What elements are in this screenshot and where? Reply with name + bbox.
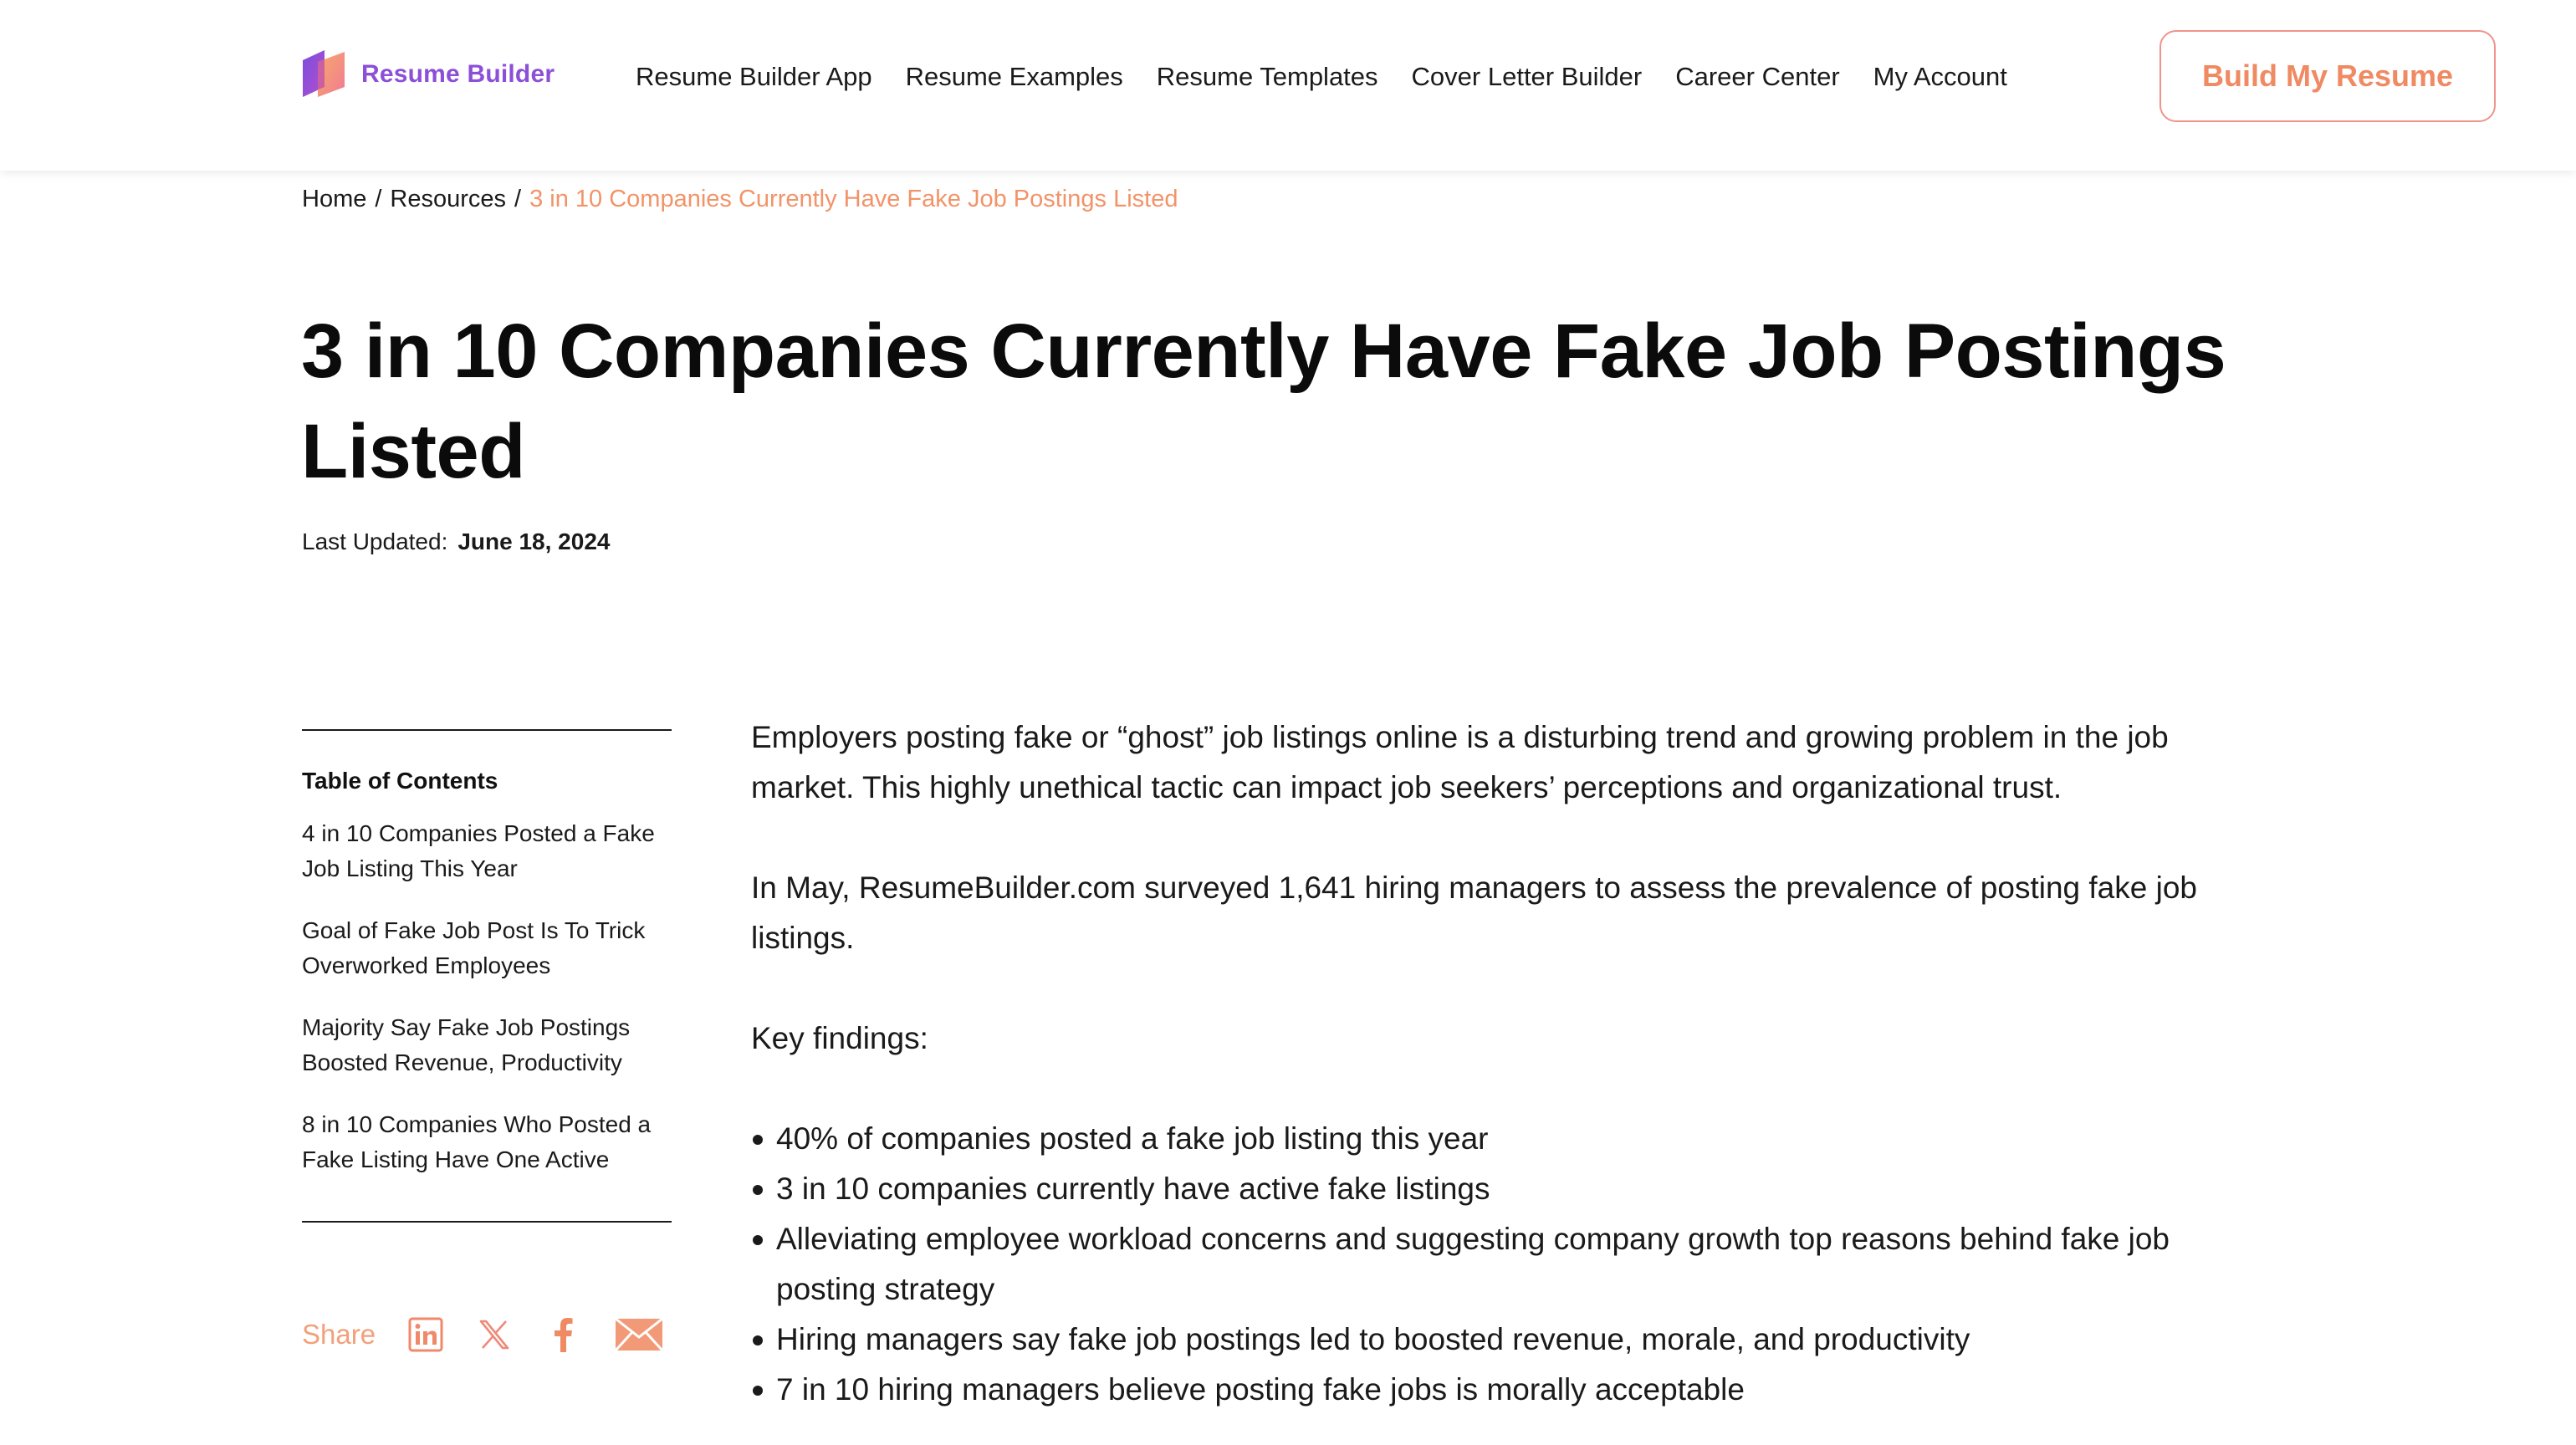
share-bar: Share [302,1316,665,1353]
share-label: Share [302,1319,376,1350]
article-paragraph: In May, ResumeBuilder.com surveyed 1,641… [751,871,2197,955]
nav-cover-letter-builder[interactable]: Cover Letter Builder [1412,62,1643,92]
nav-resume-templates[interactable]: Resume Templates [1157,62,1378,92]
breadcrumb-resources[interactable]: Resources [390,186,506,213]
x-icon[interactable] [476,1316,513,1353]
main-nav: Resume Builder App Resume Examples Resum… [636,60,2007,94]
table-of-contents: Table of Contents 4 in 10 Companies Post… [302,729,672,1223]
nav-my-account[interactable]: My Account [1873,62,2007,92]
toc-item[interactable]: Majority Say Fake Job Postings Boosted R… [302,1010,672,1080]
resume-builder-logo-icon [303,50,345,97]
nav-career-center[interactable]: Career Center [1675,62,1839,92]
breadcrumb-separator: / [375,186,382,212]
logo-text: Resume Builder [361,60,555,88]
key-findings-list: 40% of companies posted a fake job listi… [751,1114,2257,1415]
build-my-resume-button[interactable]: Build My Resume [2159,30,2496,122]
logo-link[interactable]: Resume Builder [301,49,555,100]
toc-divider [302,729,672,731]
toc-item[interactable]: 8 in 10 Companies Who Posted a Fake List… [302,1107,672,1177]
breadcrumb-current: 3 in 10 Companies Currently Have Fake Jo… [529,186,1178,212]
page-title: 3 in 10 Companies Currently Have Fake Jo… [301,309,2226,494]
article-body: Employers posting fake or “ghost” job li… [751,712,2257,1415]
last-updated-label: Last Updated: [302,528,448,554]
last-updated: Last Updated: June 18, 2024 [302,528,610,555]
breadcrumb-home[interactable]: Home [302,186,366,213]
nav-resume-builder-app[interactable]: Resume Builder App [636,62,872,92]
key-findings-heading: Key findings: [751,1021,928,1055]
nav-resume-examples[interactable]: Resume Examples [906,62,1123,92]
last-updated-date: June 18, 2024 [457,528,611,554]
key-finding-item: Hiring managers say fake job postings le… [751,1315,2257,1365]
key-finding-item: 7 in 10 hiring managers believe posting … [751,1365,2257,1415]
breadcrumb-separator: / [514,186,522,212]
key-finding-item: 3 in 10 companies currently have active … [751,1164,2257,1214]
toc-item[interactable]: Goal of Fake Job Post Is To Trick Overwo… [302,913,672,983]
toc-heading: Table of Contents [302,768,498,794]
email-icon[interactable] [613,1316,665,1353]
key-finding-item: 40% of companies posted a fake job listi… [751,1114,2257,1164]
linkedin-icon[interactable] [407,1316,444,1353]
key-finding-item: Alleviating employee workload concerns a… [751,1214,2257,1315]
article-paragraph: Employers posting fake or “ghost” job li… [751,720,2169,804]
toc-divider [302,1221,672,1223]
breadcrumb: Home / Resources / 3 in 10 Companies Cur… [302,186,1178,213]
toc-list: 4 in 10 Companies Posted a Fake Job List… [302,816,672,1177]
facebook-icon[interactable] [544,1316,581,1353]
site-header: Resume Builder Resume Builder App Resume… [0,0,2576,171]
toc-item[interactable]: 4 in 10 Companies Posted a Fake Job List… [302,816,672,886]
